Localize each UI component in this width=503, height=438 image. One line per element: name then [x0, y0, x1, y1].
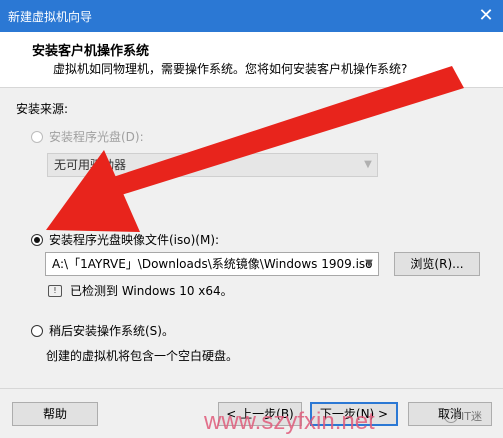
title-bar: 新建虚拟机向导 ✕	[0, 0, 503, 32]
detection-info: ! 已检测到 Windows 10 x64。	[48, 282, 233, 299]
window-title: 新建虚拟机向导	[8, 10, 93, 24]
radio-row-later[interactable]: 稍后安装操作系统(S)。	[31, 322, 174, 339]
later-radio-label: 稍后安装操作系统(S)。	[49, 324, 174, 338]
page-title: 安装客户机操作系统	[32, 44, 150, 59]
radio-row-iso[interactable]: 安装程序光盘映像文件(iso)(M):	[31, 231, 219, 248]
disc-radio-label: 安装程序光盘(D):	[49, 130, 144, 144]
iso-path-combobox[interactable]: A:\「1AYRVE」\Downloads\系统镜像\Windows 1909.…	[45, 252, 379, 276]
chevron-down-icon: ▼	[364, 159, 372, 170]
later-radio[interactable]	[31, 324, 43, 337]
disc-radio[interactable]	[31, 130, 43, 143]
radio-row-disc[interactable]: 安装程序光盘(D):	[31, 128, 144, 145]
new-vm-wizard-window: 新建虚拟机向导 ✕ 安装客户机操作系统 虚拟机如同物理机，需要操作系统。您将如何…	[0, 0, 503, 438]
install-source-label: 安装来源:	[16, 102, 69, 116]
help-button[interactable]: 帮助	[12, 402, 98, 426]
iso-path-value: A:\「1AYRVE」\Downloads\系统镜像\Windows 1909.…	[52, 257, 373, 271]
source-badge: IT迷	[444, 408, 482, 424]
disc-drive-select[interactable]: 无可用驱动器 ▼	[47, 153, 378, 177]
site-watermark: www.szyfxin.net	[204, 408, 375, 435]
detected-os-text: 已检测到 Windows 10 x64。	[70, 284, 233, 298]
source-badge-text: IT迷	[461, 410, 482, 423]
page-subtitle: 虚拟机如同物理机，需要操作系统。您将如何安装客户机操作系统?	[53, 62, 408, 76]
info-message-icon: !	[48, 284, 62, 297]
disc-drive-value: 无可用驱动器	[54, 158, 127, 172]
close-button[interactable]: ✕	[473, 4, 499, 28]
iso-radio[interactable]	[31, 233, 43, 246]
wizard-header: 安装客户机操作系统 虚拟机如同物理机，需要操作系统。您将如何安装客户机操作系统?	[0, 32, 503, 88]
later-description: 创建的虚拟机将包含一个空白硬盘。	[46, 349, 239, 363]
browse-button[interactable]: 浏览(R)...	[394, 252, 480, 276]
footer-divider	[0, 388, 503, 389]
chevron-down-icon: ▼	[365, 258, 373, 269]
wechat-icon	[444, 409, 458, 423]
iso-radio-label: 安装程序光盘映像文件(iso)(M):	[49, 233, 220, 247]
